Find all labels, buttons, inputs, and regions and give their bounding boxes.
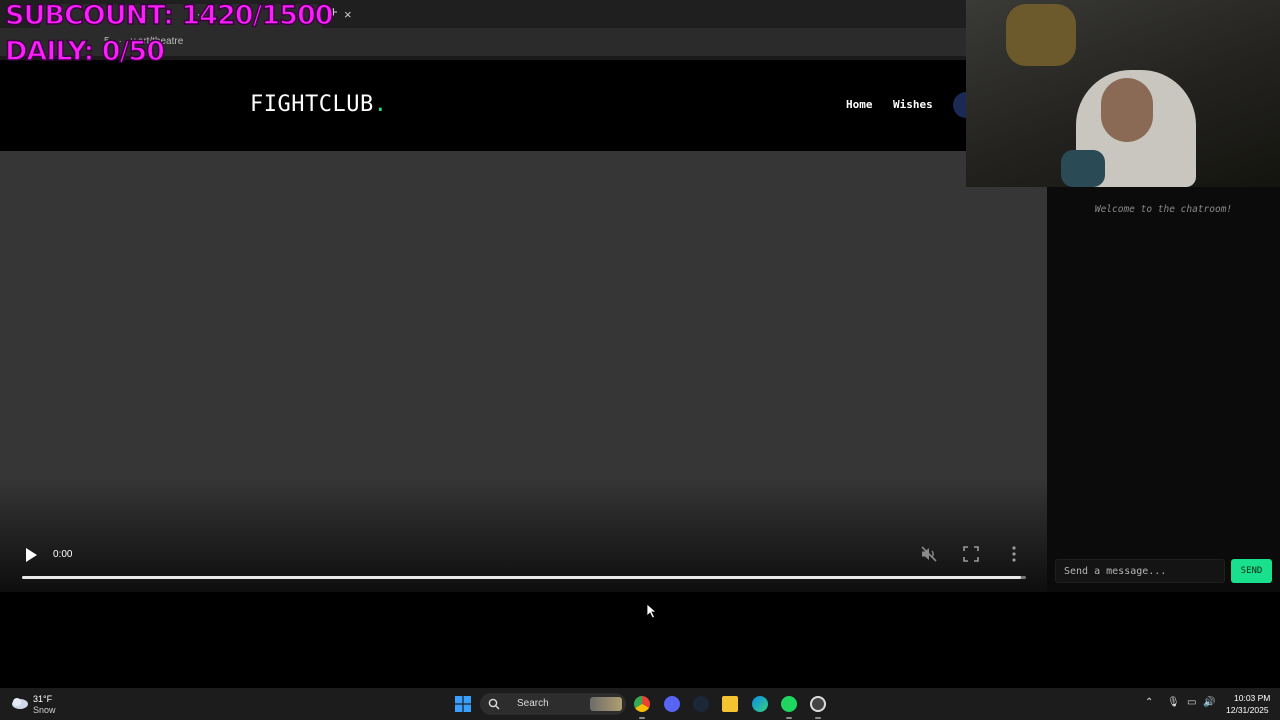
edge-icon[interactable] [752, 696, 768, 712]
daily-overlay: DAILY: 0/50 [4, 36, 165, 67]
obs-active-indicator [815, 717, 821, 719]
subcount-overlay: SUBCOUNT: 1420/1500 [4, 0, 334, 31]
tab-close-icon[interactable]: × [344, 7, 352, 22]
chat-welcome-message: Welcome to the chatroom! [1094, 204, 1233, 215]
volume-icon[interactable]: 🔊 [1203, 697, 1215, 708]
search-icon [488, 698, 500, 710]
microphone-icon[interactable]: 🎙 [1167, 697, 1180, 708]
video-progress-bar[interactable] [22, 576, 1026, 579]
video-player[interactable]: 0:00 [0, 151, 1047, 592]
webcam-balloon [1006, 4, 1076, 66]
weather-condition[interactable]: Snow [33, 705, 56, 715]
search-label: Search [517, 698, 549, 709]
chat-message-input[interactable] [1055, 559, 1225, 583]
webcam-streamer-head [1101, 78, 1153, 142]
muted-speaker-icon[interactable] [920, 545, 938, 563]
clock-date[interactable]: 12/31/2025 [1226, 705, 1269, 715]
logo-dot: . [373, 92, 388, 117]
fullscreen-icon[interactable] [963, 546, 979, 562]
search-highlight-image [590, 697, 622, 711]
mouse-cursor-icon [646, 603, 658, 619]
site-header: FIGHTCLUB. Home Wishes [0, 60, 1047, 151]
play-icon[interactable] [26, 548, 37, 562]
nav-wishes-link[interactable]: Wishes [893, 98, 933, 111]
spotify-active-indicator [786, 717, 792, 719]
discord-icon[interactable] [664, 696, 680, 712]
clock-time[interactable]: 10:03 PM [1234, 693, 1270, 703]
windows-start-icon[interactable] [455, 696, 471, 712]
logo-text: FIGHTCLUB [250, 92, 374, 117]
webcam-feed [966, 0, 1280, 187]
obs-icon[interactable] [810, 696, 826, 712]
chat-send-button[interactable]: SEND [1231, 559, 1272, 583]
spotify-icon[interactable] [781, 696, 797, 712]
webcam-microphone [1061, 150, 1105, 187]
network-icon[interactable]: ▭ [1187, 697, 1196, 708]
chrome-active-indicator [639, 717, 645, 719]
steam-icon[interactable] [693, 696, 709, 712]
video-time: 0:00 [53, 549, 73, 560]
nav-home-link[interactable]: Home [846, 98, 873, 111]
snow-cloud-icon[interactable] [10, 696, 30, 712]
windows-taskbar: 31°F Snow Search ⌃ 🎙 ▭ 🔊 10:03 PM 12/31/… [0, 688, 1280, 720]
chrome-icon[interactable] [634, 696, 650, 712]
file-explorer-icon[interactable] [722, 696, 738, 712]
site-logo[interactable]: FIGHTCLUB. [250, 92, 387, 117]
chat-panel: Welcome to the chatroom! SEND [1047, 187, 1280, 592]
more-options-icon[interactable] [1008, 545, 1020, 563]
tray-chevron-up-icon[interactable]: ⌃ [1145, 697, 1153, 708]
weather-temperature[interactable]: 31°F [33, 694, 52, 704]
video-progress-fill [22, 576, 1021, 579]
taskbar-search[interactable]: Search [480, 693, 626, 715]
